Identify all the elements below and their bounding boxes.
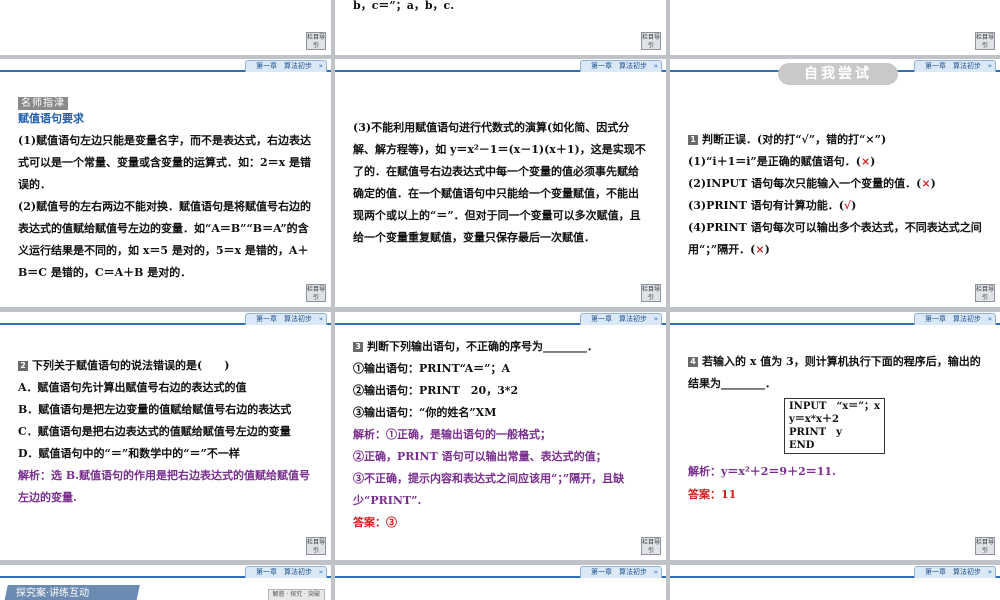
nav-button[interactable]: 栏目导引: [641, 284, 661, 302]
slide-12: 第一章 算法初步»: [670, 565, 1000, 600]
number-badge: 4: [688, 357, 698, 367]
question: 3 判断下列输出语句，不正确的序号为________． ①输出语句：PRINT“A…: [353, 336, 653, 534]
question: 4 若输入的 x 值为 3，则计算机执行下面的程序后，输出的结果为________…: [688, 355, 981, 390]
nav-button[interactable]: 栏目导引: [975, 32, 995, 50]
slide-4: 第一章 算法初步» 名师指津 赋值语句要求 (1)赋值语句左边只能是变量名字，而…: [0, 59, 331, 307]
chevron-right-icon: »: [318, 568, 323, 576]
slide-header: 第一章 算法初步»: [0, 565, 331, 579]
slide-7: 第一章 算法初步» 2 下列关于赋值语句的说法错误的是( ) A．赋值语句先计算出…: [0, 312, 331, 560]
chapter-tab[interactable]: 第一章 算法初步»: [245, 566, 327, 578]
question: 1 判断正误．(对的打“√”，错的打“×”) (1)“i＋1＝i”是正确的赋值语句…: [688, 133, 982, 256]
number-badge: 2: [18, 361, 28, 371]
slide-text: b，c＝”；a，b，c.: [353, 0, 455, 12]
slide-11: 第一章 算法初步»: [335, 565, 666, 600]
nav-button[interactable]: 栏目导引: [641, 537, 661, 555]
nav-button[interactable]: 栏目导引: [975, 284, 995, 302]
slide-header: 第一章 算法初步»: [0, 312, 331, 326]
section-heading: 赋值语句要求: [18, 112, 84, 125]
nav-button[interactable]: 栏目导引: [641, 32, 661, 50]
solution: 解析：y＝x²＋2＝9＋2＝11.: [688, 465, 836, 478]
solution: 解析：选 B.赋值语句的作用是把右边表达式的值赋给赋值号左边的变量.: [18, 469, 310, 504]
paragraph: (1)赋值语句左边只能是变量名字，而不是表达式，右边表达式可以是一个常量、变量或…: [18, 134, 312, 279]
slide-5: 第一章 算法初步» (3)不能利用赋值语句进行代数式的演算(如化简、因式分解、解…: [335, 59, 666, 307]
paragraph: (3)不能利用赋值语句进行代数式的演算(如化简、因式分解、解方程等)，如 y＝x…: [353, 121, 646, 244]
chevron-right-icon: »: [987, 62, 992, 70]
question: 2 下列关于赋值语句的说法错误的是( ) A．赋值语句先计算出赋值号右边的表达式的…: [18, 355, 318, 509]
section-banner: 自我尝试: [778, 63, 898, 85]
nav-button[interactable]: 栏目导引: [306, 284, 326, 302]
slide-header: 第一章 算法初步»: [670, 312, 1000, 326]
slide-header: 第一章 算法初步»: [0, 59, 331, 73]
chevron-right-icon: »: [987, 568, 992, 576]
slide-8: 第一章 算法初步» 3 判断下列输出语句，不正确的序号为________． ①输出…: [335, 312, 666, 560]
chevron-right-icon: »: [987, 315, 992, 323]
number-badge: 3: [353, 342, 363, 352]
chapter-tab[interactable]: 第一章 算法初步»: [245, 60, 327, 72]
chapter-tab[interactable]: 第一章 算法初步»: [914, 60, 996, 72]
nav-button[interactable]: 栏目导引: [306, 32, 326, 50]
nav-button[interactable]: 栏目导引: [975, 537, 995, 555]
chapter-tab[interactable]: 第一章 算法初步»: [914, 313, 996, 325]
slide-2: b，c＝”；a，b，c. 栏目导引: [335, 0, 666, 55]
section-tab[interactable]: 探究案·讲练互动: [4, 585, 140, 600]
slide-header: 第一章 算法初步»: [335, 312, 666, 326]
slide-header: 第一章 算法初步»: [670, 565, 1000, 579]
slide-header: 第一章 算法初步»: [335, 59, 666, 73]
chevron-right-icon: »: [653, 315, 658, 323]
chapter-tab[interactable]: 第一章 算法初步»: [580, 60, 662, 72]
section-subtitle: 解惑 · 探究 · 突破: [267, 589, 325, 600]
chapter-tab[interactable]: 第一章 算法初步»: [245, 313, 327, 325]
chevron-right-icon: »: [318, 315, 323, 323]
answer: 答案：③: [353, 516, 397, 529]
chevron-right-icon: »: [653, 62, 658, 70]
slide-6: 第一章 算法初步» 自我尝试 1 判断正误．(对的打“√”，错的打“×”) (1)…: [670, 59, 1000, 307]
code-block: INPUT “x＝”；x y＝x*x＋2 PRINT y END: [784, 398, 885, 454]
slide-1: 栏目导引: [0, 0, 331, 55]
number-badge: 1: [688, 135, 698, 145]
slide-header: 第一章 算法初步»: [335, 565, 666, 579]
slide-10: 第一章 算法初步» 探究案·讲练互动 解惑 · 探究 · 突破: [0, 565, 331, 600]
nav-button[interactable]: 栏目导引: [306, 537, 326, 555]
chapter-tab[interactable]: 第一章 算法初步»: [580, 566, 662, 578]
chapter-tab[interactable]: 第一章 算法初步»: [914, 566, 996, 578]
chevron-right-icon: »: [653, 568, 658, 576]
slide-3: 栏目导引: [670, 0, 1000, 55]
chapter-tab[interactable]: 第一章 算法初步»: [580, 313, 662, 325]
slide-9: 第一章 算法初步» 4 若输入的 x 值为 3，则计算机执行下面的程序后，输出的结…: [670, 312, 1000, 560]
answer: 答案：11: [688, 488, 737, 501]
chevron-right-icon: »: [318, 62, 323, 70]
